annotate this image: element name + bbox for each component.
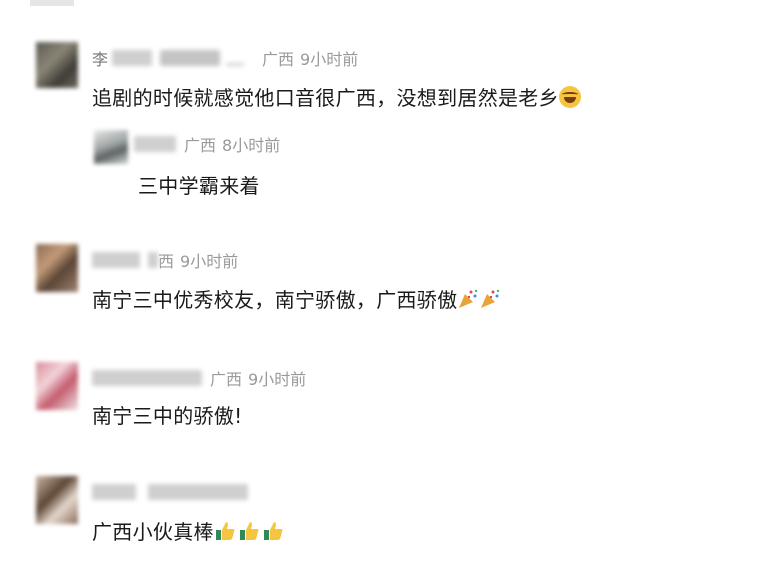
comment-item: 李 广西 9小时前 追剧的时候就感觉他口音很广西，没想到居然是老乡 广西 8小时…	[36, 42, 736, 202]
username-blurred	[112, 50, 153, 66]
reply-location: 广西	[184, 136, 217, 155]
comment-meta: 李 广西 9小时前	[92, 46, 358, 70]
comment-text-content: 广西小伙真棒	[92, 520, 214, 544]
comment-time: 9小时前	[248, 370, 307, 389]
thumbs-up-icon	[215, 522, 235, 540]
avatar[interactable]	[36, 42, 78, 88]
username-blurred	[148, 252, 158, 268]
comment-text-content: 南宁三中优秀校友，南宁骄傲，广西骄傲	[92, 288, 458, 312]
username-blurred[interactable]	[92, 252, 140, 268]
avatar[interactable]	[94, 130, 128, 164]
comment-meta	[92, 480, 260, 504]
reply-text: 三中学霸来着	[138, 174, 260, 198]
username-blurred[interactable]	[92, 370, 202, 386]
comment-item: 广西小伙真棒	[36, 476, 736, 556]
reply-time: 8小时前	[222, 136, 281, 155]
username-blurred	[226, 62, 245, 66]
comment-meta: 西 9小时前	[92, 248, 238, 272]
comment-location: 广西	[262, 50, 295, 69]
party-popper-icon	[481, 289, 500, 308]
comment-text: 广西小伙真棒	[92, 516, 286, 545]
username-blurred[interactable]: 李	[92, 46, 108, 70]
previous-comment-stub	[30, 0, 74, 6]
comment-text-content: 追剧的时候就感觉他口音很广西，没想到居然是老乡	[92, 86, 559, 110]
comment-text: 南宁三中的骄傲!	[92, 404, 243, 428]
comment-time: 9小时前	[180, 252, 239, 271]
comment-item: 广西 9小时前 南宁三中的骄傲!	[36, 362, 736, 442]
reply-item: 广西 8小时前 三中学霸来着	[94, 130, 594, 200]
username-blurred	[160, 50, 221, 66]
comment-text: 追剧的时候就感觉他口音很广西，没想到居然是老乡	[92, 82, 581, 111]
username-blurred[interactable]	[134, 136, 176, 152]
party-popper-icon	[459, 289, 478, 308]
username-blurred	[148, 484, 248, 500]
thumbs-up-icon	[263, 522, 283, 540]
username-blurred[interactable]	[92, 484, 136, 500]
comment-text: 南宁三中优秀校友，南宁骄傲，广西骄傲	[92, 284, 501, 313]
reply-meta: 广西 8小时前	[134, 132, 280, 156]
comment-location: 广西	[210, 370, 243, 389]
avatar[interactable]	[36, 244, 78, 292]
avatar[interactable]	[36, 476, 78, 524]
comment-location: 西	[158, 252, 175, 271]
thumbs-up-icon	[239, 522, 259, 540]
comment-item: 西 9小时前 南宁三中优秀校友，南宁骄傲，广西骄傲	[36, 244, 736, 324]
laughing-tears-icon	[558, 86, 581, 108]
comment-time: 9小时前	[300, 50, 359, 69]
comment-meta: 广西 9小时前	[92, 366, 306, 390]
avatar[interactable]	[36, 362, 78, 410]
